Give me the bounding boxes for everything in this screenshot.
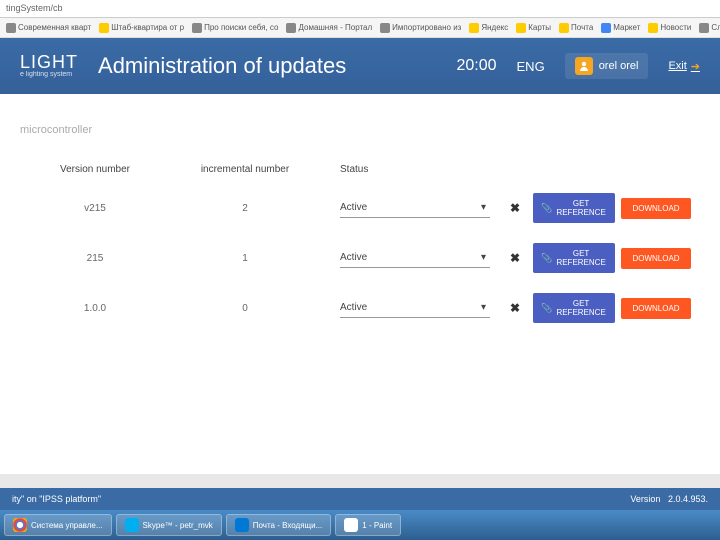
cell-version: 215 — [20, 253, 170, 264]
outlook-icon — [235, 518, 249, 532]
col-version: Version number — [20, 164, 170, 175]
exit-link[interactable]: Exit ➔ — [668, 60, 700, 73]
url-bar[interactable]: tingSystem/cb — [0, 0, 720, 18]
bookmark-item[interactable]: Маркет — [601, 23, 640, 33]
language-selector[interactable]: ENG — [517, 59, 545, 74]
table-row: 1.0.0 0 Active ✖ 📎GET REFERENCE DOWNLOAD — [20, 283, 700, 333]
logo: LIGHT e lighting system — [20, 54, 78, 77]
bookmark-item[interactable]: Про поиски себя, со — [192, 23, 278, 33]
paperclip-icon: 📎 — [541, 253, 552, 264]
table-row: v215 2 Active ✖ 📎GET REFERENCE DOWNLOAD — [20, 183, 700, 233]
paperclip-icon: 📎 — [541, 303, 552, 314]
taskbar-item[interactable]: 1 - Paint — [335, 514, 401, 536]
taskbar-item[interactable]: Skype™ - petr_mvk — [116, 514, 222, 536]
app-header: LIGHT e lighting system Administration o… — [0, 38, 720, 94]
exit-icon: ➔ — [691, 60, 700, 73]
bookmark-item[interactable]: Словари — [699, 23, 720, 33]
table-header: Version number incremental number Status — [20, 156, 700, 183]
bookmarks-bar: Современная кварт Штаб-квартира от р Про… — [0, 18, 720, 38]
user-badge[interactable]: orel orel — [565, 53, 649, 79]
download-button[interactable]: DOWNLOAD — [621, 298, 691, 319]
cell-incremental: 0 — [170, 303, 320, 314]
col-status: Status — [320, 164, 500, 175]
table-row: 215 1 Active ✖ 📎GET REFERENCE DOWNLOAD — [20, 233, 700, 283]
cell-version: 1.0.0 — [20, 303, 170, 314]
bookmark-item[interactable]: Домашняя - Портал — [286, 23, 372, 33]
get-reference-button[interactable]: 📎GET REFERENCE — [533, 193, 615, 223]
cell-incremental: 2 — [170, 203, 320, 214]
bookmark-item[interactable]: Карты — [516, 23, 551, 33]
delete-button[interactable]: ✖ — [500, 201, 530, 215]
get-reference-button[interactable]: 📎GET REFERENCE — [533, 293, 615, 323]
tab-microcontroller[interactable]: microcontroller — [20, 124, 700, 136]
get-reference-button[interactable]: 📎GET REFERENCE — [533, 243, 615, 273]
col-incremental: incremental number — [170, 164, 320, 175]
bookmark-item[interactable]: Современная кварт — [6, 23, 91, 33]
content-area: microcontroller Version number increment… — [0, 94, 720, 474]
chrome-icon — [13, 518, 27, 532]
taskbar: Система управле... Skype™ - petr_mvk Поч… — [0, 510, 720, 540]
page-title: Administration of updates — [98, 53, 436, 79]
paint-icon — [344, 518, 358, 532]
bookmark-item[interactable]: Яндекс — [469, 23, 508, 33]
cell-incremental: 1 — [170, 253, 320, 264]
bookmark-item[interactable]: Новости — [648, 23, 691, 33]
download-button[interactable]: DOWNLOAD — [621, 248, 691, 269]
bookmark-item[interactable]: Импортировано из — [380, 23, 461, 33]
footer-bar: ity" on "IPSS platform" Version 2.0.4.95… — [0, 488, 720, 510]
footer-text: ity" on "IPSS platform" — [12, 494, 101, 504]
status-select[interactable]: Active — [340, 248, 490, 268]
delete-button[interactable]: ✖ — [500, 301, 530, 315]
taskbar-item[interactable]: Система управле... — [4, 514, 112, 536]
status-select[interactable]: Active — [340, 298, 490, 318]
skype-icon — [125, 518, 139, 532]
delete-button[interactable]: ✖ — [500, 251, 530, 265]
bookmark-item[interactable]: Штаб-квартира от р — [99, 23, 184, 33]
clock: 20:00 — [456, 57, 496, 75]
user-name: orel orel — [599, 60, 639, 72]
avatar-icon — [575, 57, 593, 75]
paperclip-icon: 📎 — [541, 203, 552, 214]
status-select[interactable]: Active — [340, 198, 490, 218]
cell-version: v215 — [20, 203, 170, 214]
bookmark-item[interactable]: Почта — [559, 23, 593, 33]
taskbar-item[interactable]: Почта - Входящи... — [226, 514, 331, 536]
download-button[interactable]: DOWNLOAD — [621, 198, 691, 219]
